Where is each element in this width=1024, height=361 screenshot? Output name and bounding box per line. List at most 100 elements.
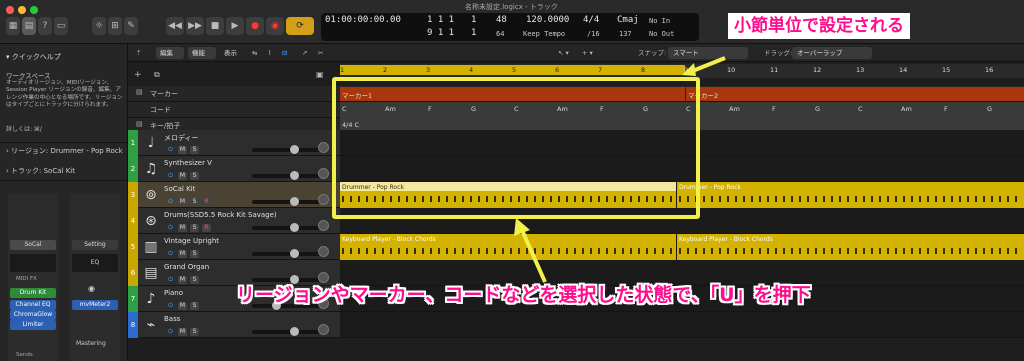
power-icon[interactable]: ⏻ <box>166 224 175 232</box>
flex-icon[interactable]: ⌇ <box>268 48 271 58</box>
fader-knob[interactable] <box>290 197 299 206</box>
track-name[interactable]: Piano <box>164 289 183 297</box>
region-inspector[interactable]: › リージョン: Drummer - Pop Rock <box>6 146 123 156</box>
fader-knob[interactable] <box>290 171 299 180</box>
pencil-tool-icon[interactable]: + ▾ <box>582 48 593 58</box>
link-icon[interactable]: ◉ <box>88 284 95 293</box>
setting-button[interactable]: Setting <box>72 240 118 250</box>
fader-knob[interactable] <box>290 327 299 336</box>
eq-display[interactable]: EQ <box>72 254 118 272</box>
forward-icon[interactable]: ▶▶ <box>186 17 204 35</box>
stop-icon[interactable]: ■ <box>206 17 224 35</box>
track-inspector[interactable]: › トラック: SoCal Kit <box>6 166 75 176</box>
mixer-icon[interactable]: ⊞ <box>108 17 122 35</box>
catch-icon[interactable]: ⇆ <box>252 48 257 58</box>
track-name[interactable]: Bass <box>164 315 180 323</box>
solo-button[interactable]: S <box>190 250 199 258</box>
smart-controls-icon[interactable]: ☼ <box>92 17 106 35</box>
quickhelp-title[interactable]: ▾ クイックヘルプ <box>6 52 61 62</box>
solo-button[interactable]: S <box>190 224 199 232</box>
pan-knob[interactable] <box>318 168 329 179</box>
pan-knob[interactable] <box>318 246 329 257</box>
eq-display[interactable] <box>10 254 56 272</box>
track-name[interactable]: SoCal Kit <box>164 185 195 193</box>
chord-symbol[interactable]: Am <box>901 105 912 113</box>
zoom-button[interactable] <box>30 6 38 14</box>
power-icon[interactable]: ⏻ <box>166 146 175 154</box>
power-icon[interactable]: ⏻ <box>166 276 175 284</box>
chord-symbol[interactable]: G <box>987 105 992 113</box>
plugin-slot[interactable]: Limiter <box>10 320 56 330</box>
mute-button[interactable]: M <box>178 198 187 206</box>
pan-knob[interactable] <box>318 272 329 283</box>
plugin-slot[interactable]: ChromaGlow <box>10 310 56 320</box>
chord-symbol[interactable]: C <box>858 105 863 113</box>
inspector-icon[interactable]: ▤ <box>22 17 36 35</box>
track-name[interactable]: Grand Organ <box>164 263 209 271</box>
solo-button[interactable]: S <box>190 302 199 310</box>
mute-button[interactable]: M <box>178 146 187 154</box>
mute-button[interactable]: M <box>178 302 187 310</box>
track-name[interactable]: Synthesizer V <box>164 159 212 167</box>
lcd-display[interactable]: 01:00:00:00.00 1 1 1 1 48 120.0000 4/4 C… <box>321 13 699 41</box>
volume-fader[interactable] <box>252 171 320 180</box>
volume-fader[interactable] <box>252 249 320 258</box>
play-icon[interactable]: ▶ <box>226 17 244 35</box>
record-icon[interactable]: ● <box>246 17 264 35</box>
pan-knob[interactable] <box>318 194 329 205</box>
chord-symbol[interactable]: G <box>815 105 820 113</box>
mute-button[interactable]: M <box>178 250 187 258</box>
midi-fx-slot[interactable]: MIDI FX <box>16 276 37 282</box>
power-icon[interactable]: ⏻ <box>166 302 175 310</box>
solo-button[interactable]: S <box>190 172 199 180</box>
chord-symbol[interactable]: F <box>944 105 948 113</box>
solo-button[interactable]: S <box>190 146 199 154</box>
chord-symbol[interactable]: F <box>772 105 776 113</box>
plugin-slot[interactable]: mvMeter2 <box>72 300 118 310</box>
solo-button[interactable]: S <box>190 276 199 284</box>
track-header[interactable]: 8 ⌁ Bass ⏻ M S <box>128 312 340 338</box>
capture-record-icon[interactable]: ◉ <box>266 17 284 35</box>
close-button[interactable] <box>6 6 14 14</box>
power-icon[interactable]: ⏻ <box>166 328 175 336</box>
scissors-icon[interactable]: ✂ <box>318 48 323 58</box>
track-header[interactable]: 5 ▥ Vintage Upright ⏻ M S <box>128 234 340 260</box>
volume-fader[interactable] <box>252 145 320 154</box>
track-lane[interactable] <box>340 312 1024 338</box>
volume-fader[interactable] <box>252 223 320 232</box>
pan-knob[interactable] <box>318 142 329 153</box>
mute-button[interactable]: M <box>178 276 187 284</box>
track-name[interactable]: メロディー <box>164 133 199 143</box>
fader-knob[interactable] <box>290 249 299 258</box>
pointer-tool-icon[interactable]: ↖ ▾ <box>558 48 569 58</box>
solo-button[interactable]: S <box>190 328 199 336</box>
track-header[interactable]: 3 ⊚ SoCal Kit ⏻ M S R <box>128 182 340 208</box>
minimize-button[interactable] <box>18 6 26 14</box>
track-name[interactable]: Drums(SSD5.5 Rock Kit Savage) <box>164 211 277 219</box>
fader-knob[interactable] <box>290 223 299 232</box>
solo-button[interactable]: S <box>190 198 199 206</box>
record-enable-button[interactable]: R <box>202 224 211 232</box>
track-header[interactable]: 2 ♫ Synthesizer V ⏻ M S <box>128 156 340 182</box>
power-icon[interactable]: ⏻ <box>166 198 175 206</box>
instrument-slot[interactable]: Drum Kit <box>10 288 56 298</box>
help-icon[interactable]: ? <box>38 17 52 35</box>
pan-knob[interactable] <box>318 324 329 335</box>
flex-mode-icon[interactable]: ⊟ <box>282 48 287 58</box>
editors-icon[interactable]: ✎ <box>124 17 138 35</box>
volume-fader[interactable] <box>252 275 320 284</box>
mute-button[interactable]: M <box>178 172 187 180</box>
strip1-name[interactable]: SoCal <box>10 240 56 250</box>
automation-icon[interactable]: ↗ <box>302 48 307 58</box>
volume-fader[interactable] <box>252 197 320 206</box>
record-enable-button[interactable]: R <box>202 198 211 206</box>
cycle-icon[interactable]: ⟳ <box>286 17 314 35</box>
library-icon[interactable]: ▦ <box>6 17 20 35</box>
mute-button[interactable]: M <box>178 328 187 336</box>
track-header[interactable]: 1 ♩ メロディー ⏻ M S <box>128 130 340 156</box>
power-icon[interactable]: ⏻ <box>166 172 175 180</box>
back-icon[interactable]: ⇡ <box>136 48 141 58</box>
pan-knob[interactable] <box>318 220 329 231</box>
power-icon[interactable]: ⏻ <box>166 250 175 258</box>
track-header[interactable]: 4 ⊛ Drums(SSD5.5 Rock Kit Savage) ⏻ M S R <box>128 208 340 234</box>
